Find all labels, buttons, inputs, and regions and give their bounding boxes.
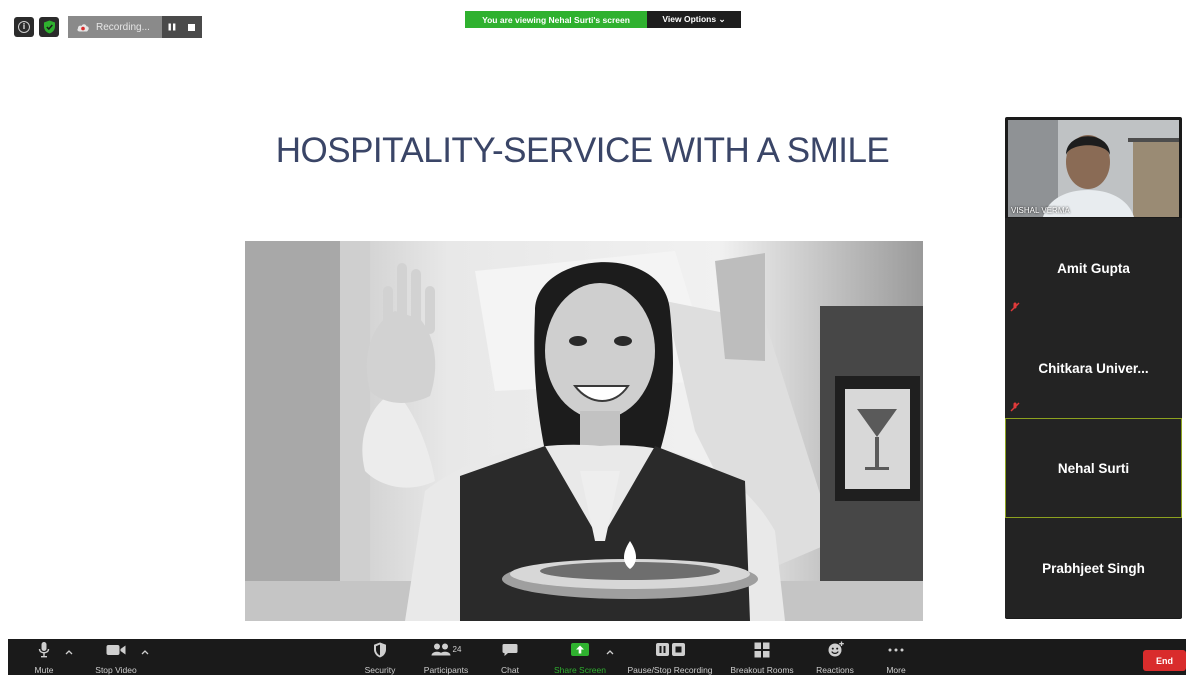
pause-stop-recording-button[interactable]: Pause/Stop Recording	[624, 639, 716, 675]
pause-icon	[168, 23, 176, 31]
stop-recording-button[interactable]	[181, 16, 202, 38]
recording-indicator: Recording...	[68, 16, 202, 38]
slide-title: HOSPITALITY-SERVICE WITH A SMILE	[275, 131, 890, 170]
share-screen-label: Share Screen	[554, 665, 606, 675]
meeting-status-bar: i Recording...	[14, 16, 202, 38]
participants-count: 24	[452, 645, 462, 654]
more-button[interactable]: More	[878, 639, 914, 675]
video-camera-icon	[106, 644, 126, 655]
participants-gallery: VISHAL VERMA Amit Gupta Chitkara Univer.…	[1005, 117, 1182, 619]
participants-button[interactable]: 24 Participants	[418, 639, 474, 675]
meeting-toolbar: Mute Stop Video Security 24 Participants…	[8, 639, 1186, 675]
share-screen-button[interactable]: Share Screen	[551, 639, 609, 675]
participant-tile-prabhjeet-singh[interactable]: Prabhjeet Singh	[1005, 518, 1182, 618]
mute-button[interactable]: Mute	[28, 639, 60, 675]
participants-icon	[431, 643, 451, 656]
share-screen-icon	[571, 643, 589, 656]
pause-recording-icon	[655, 643, 669, 656]
shield-check-icon	[43, 20, 55, 34]
breakout-rooms-icon	[754, 642, 770, 657]
participant-name: Prabhjeet Singh	[1042, 560, 1145, 576]
meeting-info-button[interactable]: i	[14, 17, 34, 37]
encryption-shield-button[interactable]	[39, 17, 59, 37]
participant-tile-nehal-surti[interactable]: Nehal Surti	[1005, 418, 1182, 518]
participant-name: Amit Gupta	[1057, 260, 1130, 276]
breakout-rooms-button[interactable]: Breakout Rooms	[726, 639, 798, 675]
chat-button[interactable]: Chat	[492, 639, 528, 675]
more-label: More	[886, 665, 906, 675]
participant-name: Nehal Surti	[1057, 460, 1130, 476]
share-banner-text: You are viewing Nehal Surti's screen	[465, 11, 647, 28]
participant-tile-chitkara-university[interactable]: Chitkara Univer...	[1005, 318, 1182, 418]
breakout-rooms-label: Breakout Rooms	[730, 665, 794, 675]
security-button[interactable]: Security	[358, 639, 402, 675]
participant-name: Chitkara Univer...	[1038, 360, 1149, 376]
stop-icon	[188, 23, 196, 31]
pause-stop-recording-label: Pause/Stop Recording	[627, 665, 713, 675]
stop-recording-icon	[671, 643, 685, 656]
mic-muted-icon	[1010, 402, 1020, 412]
video-participant-name: VISHAL VERMA	[1011, 206, 1070, 215]
chevron-up-icon[interactable]	[141, 649, 149, 655]
info-icon: i	[18, 21, 30, 33]
participants-label: Participants	[423, 665, 469, 675]
participant-tile-amit-gupta[interactable]: Amit Gupta	[1005, 218, 1182, 318]
security-label: Security	[364, 665, 396, 675]
mic-muted-icon	[1010, 302, 1020, 312]
microphone-icon	[38, 642, 50, 658]
smiley-add-icon	[828, 641, 844, 657]
reactions-label: Reactions	[816, 665, 854, 675]
view-options-button[interactable]: View Options ⌄	[647, 11, 741, 28]
reactions-button[interactable]: Reactions	[810, 639, 860, 675]
recording-label: Recording...	[96, 21, 150, 33]
chevron-up-icon[interactable]	[606, 649, 614, 655]
chevron-up-icon[interactable]	[65, 649, 73, 655]
photo-woman-waving-icon	[245, 241, 923, 621]
screen-share-banner: You are viewing Nehal Surti's screen Vie…	[465, 11, 741, 28]
pause-recording-button[interactable]	[161, 16, 182, 38]
chat-bubble-icon	[502, 643, 518, 656]
chat-label: Chat	[501, 665, 519, 675]
shield-icon	[374, 642, 386, 657]
more-dots-icon	[888, 648, 904, 651]
end-meeting-button[interactable]: End	[1143, 650, 1186, 671]
video-tile-vishal-verma[interactable]: VISHAL VERMA	[1008, 120, 1179, 217]
stop-video-label: Stop Video	[95, 665, 137, 675]
stop-video-button[interactable]: Stop Video	[90, 639, 142, 675]
slide-photo	[245, 241, 923, 621]
participant-video-icon	[1008, 120, 1179, 217]
zoom-window: i Recording... You are viewing Nehal Sur…	[0, 0, 1186, 675]
mute-label: Mute	[34, 665, 54, 675]
cloud-recording-icon	[77, 23, 89, 31]
